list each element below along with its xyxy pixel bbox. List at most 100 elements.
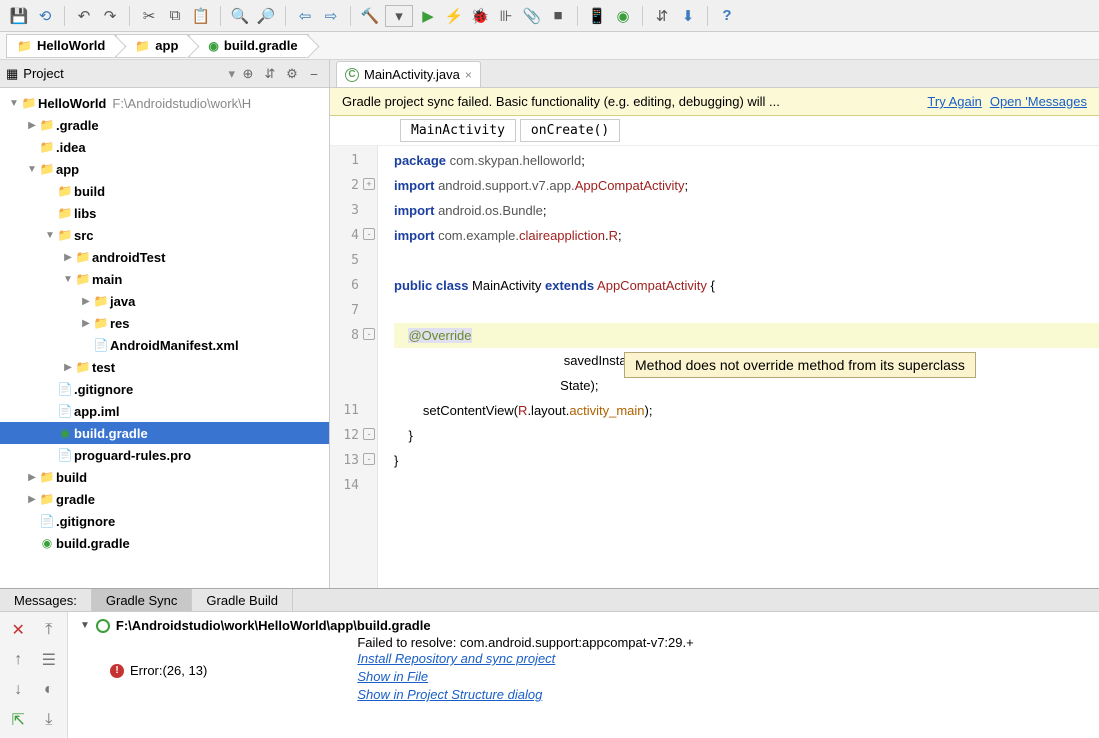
code-area[interactable]: 12+34-5678-1112-13-14 package com.skypan… [330,146,1099,588]
tree-arrow-icon[interactable]: ▼ [8,98,20,109]
tree-item-proguard-rules-pro[interactable]: 📄proguard-rules.pro [0,444,329,466]
tree-item-java[interactable]: ▶📁java [0,290,329,312]
fold-icon[interactable]: - [363,453,375,465]
tree-item-helloworld[interactable]: ▼📁HelloWorldF:\Androidstudio\work\H [0,92,329,114]
crumb-build.gradle[interactable]: ◉build.gradle [189,34,308,58]
back-icon[interactable]: ⇦ [294,5,316,27]
tree-item-libs[interactable]: 📁libs [0,202,329,224]
undo-icon[interactable]: ↶ [73,5,95,27]
paste-icon[interactable]: 📋 [190,5,212,27]
forward-icon[interactable]: ⇨ [320,5,342,27]
collapse-icon[interactable]: ⇵ [261,65,279,83]
tree-arrow-icon[interactable]: ▶ [26,120,38,131]
tree-item-build-gradle[interactable]: ◉build.gradle [0,532,329,554]
tree-arrow-icon[interactable]: ▶ [26,494,38,505]
tree-item-main[interactable]: ▼📁main [0,268,329,290]
code-line[interactable]: } [394,423,1099,448]
gear-icon[interactable]: ⚙ [283,65,301,83]
show-in-file-link[interactable]: Show in File [357,668,693,686]
expand-icon[interactable]: ☰ [35,646,64,674]
message-header[interactable]: ▼ F:\Androidstudio\work\HelloWorld\app\b… [80,618,1087,633]
dropdown-icon[interactable]: ▾ [385,5,413,27]
stop-icon[interactable]: ■ [547,5,569,27]
crumb-helloworld[interactable]: 📁HelloWorld [6,34,116,58]
tree-item-androidmanifest-xml[interactable]: 📄AndroidManifest.xml [0,334,329,356]
tree-item--gitignore[interactable]: 📄.gitignore [0,378,329,400]
tree-item-build[interactable]: 📁build [0,180,329,202]
tree-item--gradle[interactable]: ▶📁.gradle [0,114,329,136]
expand-arrow-icon[interactable]: ▼ [80,620,90,631]
code-line[interactable]: setContentView(R.layout.activity_main); [394,398,1099,423]
flash-icon[interactable]: ⚡ [443,5,465,27]
code-line[interactable]: } [394,448,1099,473]
code-line[interactable]: import com.example.claireappliction.R; [394,223,1099,248]
tree-item-build[interactable]: ▶📁build [0,466,329,488]
tree-arrow-icon[interactable]: ▶ [62,362,74,373]
try-again-link[interactable]: Try Again [927,94,981,109]
zoom-in-icon[interactable]: 🔍 [229,5,251,27]
code-line[interactable]: package com.skypan.helloworld; [394,148,1099,173]
profile-icon[interactable]: ⊪ [495,5,517,27]
tree-item-app[interactable]: ▼📁app [0,158,329,180]
tree-item-gradle[interactable]: ▶📁gradle [0,488,329,510]
tree-item--gitignore[interactable]: 📄.gitignore [0,510,329,532]
tree-arrow-icon[interactable]: ▶ [80,318,92,329]
avd-icon[interactable]: 📱 [586,5,608,27]
code-line[interactable] [394,298,1099,323]
sdk-icon[interactable]: ◉ [612,5,634,27]
tree-item-src[interactable]: ▼📁src [0,224,329,246]
gradle-sync-tab[interactable]: Gradle Sync [92,589,193,611]
install-repo-link[interactable]: Install Repository and sync project [357,650,693,668]
import-icon[interactable]: ⤓ [35,706,64,734]
fold-icon[interactable]: - [363,428,375,440]
messages-tab[interactable]: Messages: [0,589,92,611]
collapse-icon[interactable]: ⤒ [35,616,64,644]
fold-icon[interactable]: - [363,328,375,340]
code-line[interactable] [394,248,1099,273]
debug-icon[interactable]: 🐞 [469,5,491,27]
filter-icon[interactable]: ◐ [35,676,64,704]
fold-icon[interactable]: + [363,178,375,190]
attach-icon[interactable]: 📎 [521,5,543,27]
code-line[interactable]: import android.support.v7.app.AppCompatA… [394,173,1099,198]
tree-item--idea[interactable]: 📁.idea [0,136,329,158]
crumb-app[interactable]: 📁app [116,34,189,58]
tree-item-app-iml[interactable]: 📄app.iml [0,400,329,422]
build-icon[interactable]: 🔨 [359,5,381,27]
code-line[interactable]: public class MainActivity extends AppCom… [394,273,1099,298]
export-icon[interactable]: ⇱ [4,706,33,734]
download-icon[interactable]: ⬇ [677,5,699,27]
fold-icon[interactable]: - [363,228,375,240]
code-line[interactable]: import android.os.Bundle; [394,198,1099,223]
tree-arrow-icon[interactable]: ▶ [80,296,92,307]
redo-icon[interactable]: ↷ [99,5,121,27]
tree-item-androidtest[interactable]: ▶📁androidTest [0,246,329,268]
hide-icon[interactable]: ⎯ [305,65,323,83]
nav-method[interactable]: onCreate() [520,119,620,142]
cut-icon[interactable]: ✂ [138,5,160,27]
up-icon[interactable]: ↑ [4,646,33,674]
tree-arrow-icon[interactable]: ▼ [26,164,38,175]
close-icon[interactable]: × [465,68,472,82]
save-icon[interactable]: 💾 [8,5,30,27]
nav-class[interactable]: MainActivity [400,119,516,142]
help-icon[interactable]: ? [716,5,738,27]
run-icon[interactable]: ▶ [417,5,439,27]
refresh-icon[interactable]: ⟲ [34,5,56,27]
tree-item-test[interactable]: ▶📁test [0,356,329,378]
sync-icon[interactable]: ⇵ [651,5,673,27]
down-icon[interactable]: ↓ [4,676,33,704]
project-tree[interactable]: ▼📁HelloWorldF:\Androidstudio\work\H▶📁.gr… [0,88,329,588]
tree-item-res[interactable]: ▶📁res [0,312,329,334]
tree-arrow-icon[interactable]: ▶ [26,472,38,483]
tree-item-build-gradle[interactable]: ◉build.gradle [0,422,329,444]
show-in-structure-link[interactable]: Show in Project Structure dialog [357,686,693,704]
tree-arrow-icon[interactable]: ▼ [44,230,56,241]
close-icon[interactable]: ✕ [4,616,33,644]
code-line[interactable] [394,473,1099,498]
tree-arrow-icon[interactable]: ▶ [62,252,74,263]
editor-tab[interactable]: C MainActivity.java × [336,61,481,87]
gradle-build-tab[interactable]: Gradle Build [192,589,293,611]
open-messages-link[interactable]: Open 'Messages [990,94,1087,109]
zoom-out-icon[interactable]: 🔎 [255,5,277,27]
